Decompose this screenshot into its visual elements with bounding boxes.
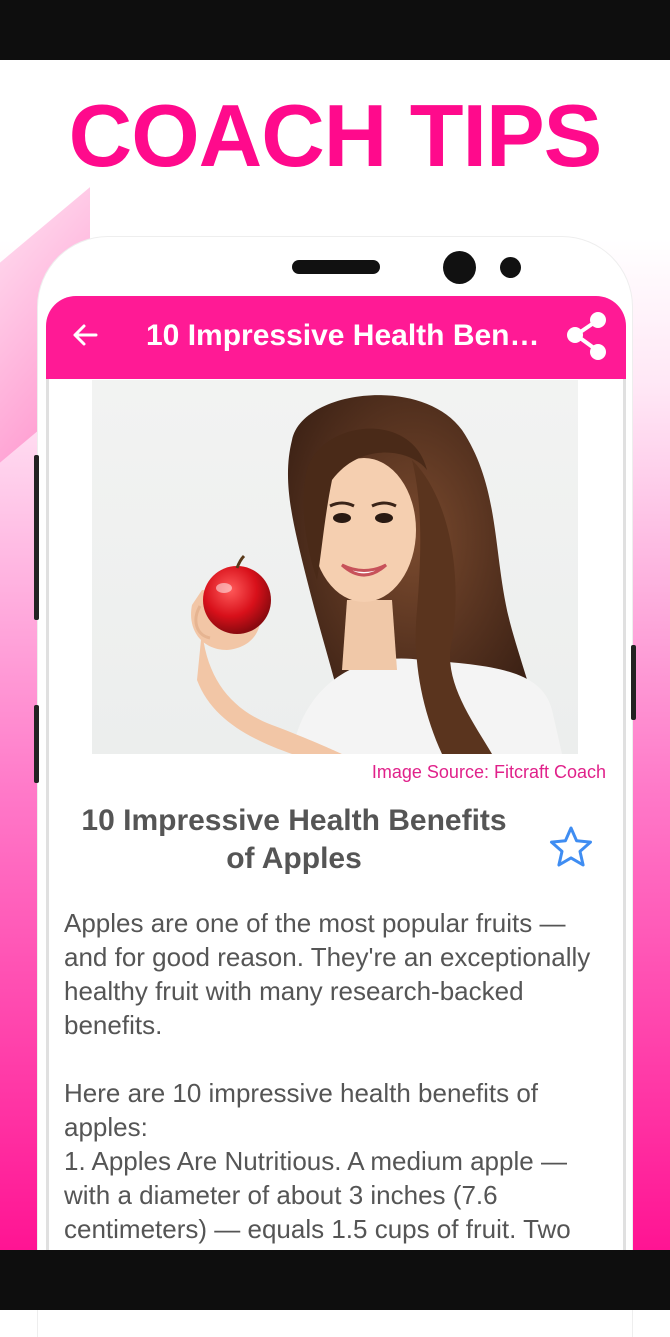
screen-edge [46, 379, 49, 1250]
phone-speaker [292, 260, 380, 274]
navigation-bar [0, 1250, 670, 1310]
phone-sensor [500, 257, 521, 278]
app-bar-title: 10 Impressive Health Benefits... [146, 319, 556, 352]
article-image [92, 380, 578, 754]
phone-side-button [34, 705, 39, 783]
app-bar: 10 Impressive Health Benefits... [46, 296, 626, 379]
app-screen: 10 Impressive Health Benefits... Image S… [46, 296, 626, 1250]
phone-side-button [34, 455, 39, 620]
promo-headline: COACH TIPS [68, 86, 603, 185]
star-outline-icon[interactable] [548, 824, 594, 870]
arrow-left-icon[interactable] [70, 320, 100, 350]
woman-holding-apple-illustration [191, 395, 562, 754]
article-body: Apples are one of the most popular fruit… [64, 908, 591, 1250]
phone-camera [443, 251, 476, 284]
article-title: 10 Impressive Health Benefits of Apples [81, 804, 507, 875]
screen-edge [623, 379, 626, 1250]
image-source-caption: Image Source: Fitcraft Coach [371, 762, 606, 782]
share-icon[interactable] [564, 310, 610, 362]
status-bar [0, 0, 670, 60]
phone-side-button [631, 645, 636, 720]
